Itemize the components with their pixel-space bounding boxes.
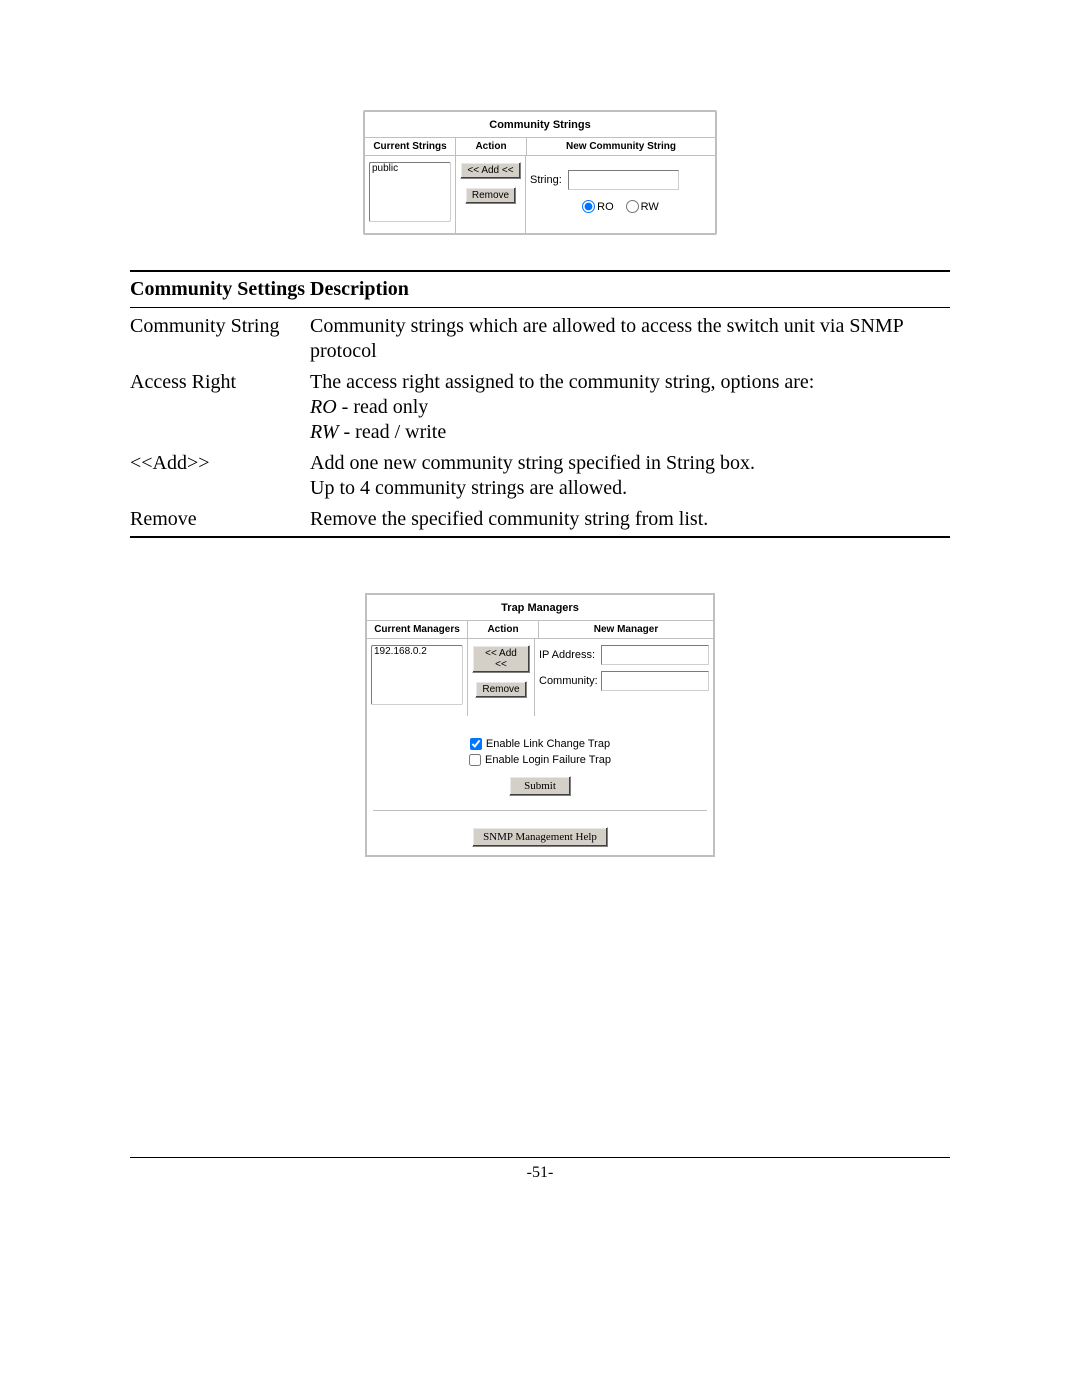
- community-settings-description: Community Settings Description Community…: [130, 270, 950, 538]
- ro-rest: - read only: [337, 396, 429, 418]
- enable-login-failure-checkbox[interactable]: [469, 754, 481, 766]
- access-right-line: The access right assigned to the communi…: [310, 371, 814, 393]
- row-label-community-string: Community String: [130, 314, 310, 364]
- rw-radio[interactable]: [626, 200, 639, 213]
- string-input[interactable]: [568, 170, 679, 190]
- header-action: Action: [455, 137, 526, 156]
- community-label: Community:: [539, 675, 601, 687]
- enable-login-failure-label: Enable Login Failure Trap: [485, 754, 611, 766]
- page-number: -51-: [527, 1164, 554, 1181]
- desc-head-setting: Community Settings: [130, 278, 310, 301]
- trap-managers-header-row: Current Managers Action New Manager: [367, 620, 713, 639]
- add-line2: Up to 4 community strings are allowed.: [310, 477, 627, 499]
- desc-head-desc: Description: [310, 278, 950, 301]
- community-strings-panel: Community Strings Current Strings Action…: [363, 110, 717, 235]
- trap-managers-section: Trap Managers Current Managers Action Ne…: [365, 593, 715, 857]
- string-label: String:: [530, 174, 562, 186]
- ro-radio[interactable]: [582, 200, 595, 213]
- add-button[interactable]: << Add <<: [460, 162, 520, 179]
- snmp-help-button[interactable]: SNMP Management Help: [472, 827, 608, 847]
- ip-address-label: IP Address:: [539, 649, 601, 661]
- header-current-strings: Current Strings: [365, 137, 455, 156]
- row-label-access-right: Access Right: [130, 370, 310, 445]
- tm-add-button[interactable]: << Add <<: [472, 645, 530, 673]
- submit-button[interactable]: Submit: [509, 776, 571, 796]
- row-desc-remove: Remove the specified community string fr…: [310, 507, 950, 532]
- page-footer: -51-: [130, 1157, 950, 1182]
- row-desc-access-right: The access right assigned to the communi…: [310, 370, 950, 445]
- tm-header-action: Action: [467, 620, 538, 639]
- community-strings-title: Community Strings: [365, 112, 715, 137]
- tm-remove-button[interactable]: Remove: [475, 681, 526, 698]
- header-new-string: New Community String: [526, 137, 715, 156]
- remove-button[interactable]: Remove: [465, 187, 516, 204]
- community-input[interactable]: [601, 671, 709, 691]
- tm-header-current: Current Managers: [367, 620, 467, 639]
- list-item[interactable]: 192.168.0.2: [372, 646, 462, 659]
- row-desc-add: Add one new community string specified i…: [310, 451, 950, 501]
- rw-radio-label: RW: [641, 201, 659, 213]
- row-desc-community-string: Community strings which are allowed to a…: [310, 314, 950, 364]
- trap-managers-title: Trap Managers: [367, 595, 713, 620]
- row-label-remove: Remove: [130, 507, 310, 532]
- list-item[interactable]: public: [370, 163, 450, 176]
- trap-managers-panel: Trap Managers Current Managers Action Ne…: [365, 593, 715, 857]
- add-line1: Add one new community string specified i…: [310, 452, 755, 474]
- enable-link-change-checkbox[interactable]: [470, 738, 482, 750]
- community-strings-header-row: Current Strings Action New Community Str…: [365, 137, 715, 156]
- tm-header-new: New Manager: [538, 620, 713, 639]
- row-label-add: <<Add>>: [130, 451, 310, 501]
- rw-tag: RW: [310, 421, 339, 443]
- current-strings-listbox[interactable]: public: [369, 162, 451, 222]
- enable-link-change-label: Enable Link Change Trap: [486, 738, 610, 750]
- ip-address-input[interactable]: [601, 645, 709, 665]
- ro-tag: RO: [310, 396, 337, 418]
- current-managers-listbox[interactable]: 192.168.0.2: [371, 645, 463, 705]
- ro-radio-label: RO: [597, 201, 614, 213]
- rw-rest: - read / write: [339, 421, 447, 443]
